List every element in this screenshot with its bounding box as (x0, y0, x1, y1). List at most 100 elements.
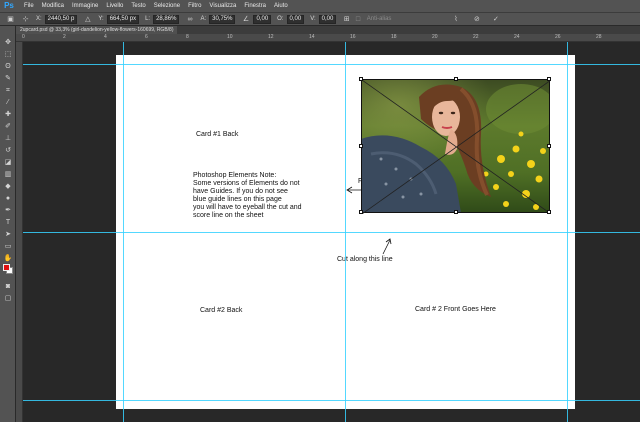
commit-transform-icon[interactable]: ✓ (491, 15, 500, 23)
transform-handle-top-right[interactable] (547, 77, 551, 81)
tools-panel: ✥ ⬚ ʘ ✎ ⌗ ⁄ ✚ ✐ ⊥ ↺ ◪ ▥ ◆ ● ✒ T ➤ ▭ ✋ ◙ … (0, 26, 16, 422)
path-select-tool-icon[interactable]: ➤ (3, 230, 13, 240)
ruler-mark: 14 (309, 34, 315, 40)
quick-mask-icon[interactable]: ◙ (3, 282, 13, 292)
transform-handle-bottom[interactable] (454, 210, 458, 214)
move-tool-icon[interactable]: ✥ (3, 38, 13, 48)
delta-icon[interactable]: △ (83, 15, 92, 23)
transform-bounding-box[interactable] (359, 77, 551, 214)
card1-back-label: Card #1 Back (196, 131, 239, 138)
guide-horizontal[interactable] (23, 400, 640, 401)
foreground-color-swatch[interactable] (3, 264, 10, 271)
height-label: A: (200, 16, 207, 22)
transform-tool-icon[interactable]: ▣ (6, 15, 15, 23)
angle-field[interactable]: 0,00 (253, 14, 272, 24)
x-label: X: (36, 16, 42, 22)
marquee-tool-icon[interactable]: ⬚ (3, 50, 13, 60)
lasso-tool-icon[interactable]: ʘ (3, 62, 13, 72)
transform-handle-right[interactable] (547, 144, 551, 148)
interpolation-icon[interactable]: ⊞ (342, 15, 351, 23)
canvas-area[interactable]: Card #1 Back Photoshop Elements Note: So… (23, 42, 640, 422)
brush-tool-icon[interactable]: ✐ (3, 122, 13, 132)
reference-point-icon[interactable]: ⊹ (21, 15, 30, 23)
card2-front-label: Card # 2 Front Goes Here (415, 306, 496, 313)
h-skew-label: O: (277, 16, 284, 22)
document-tab[interactable]: 2upcard.psd @ 33,3% (girl-dandelion-yell… (16, 26, 178, 34)
eraser-tool-icon[interactable]: ◪ (3, 158, 13, 168)
ruler-mark: 18 (391, 34, 397, 40)
h-skew-field[interactable]: 0,00 (286, 14, 305, 24)
width-field[interactable]: 28,86% (153, 14, 180, 24)
guide-vertical[interactable] (345, 42, 346, 422)
eyedropper-tool-icon[interactable]: ⁄ (3, 98, 13, 108)
transform-handle-bottom-right[interactable] (547, 210, 551, 214)
menu-finestra[interactable]: Finestra (244, 0, 266, 12)
clone-stamp-tool-icon[interactable]: ⊥ (3, 134, 13, 144)
menu-bar: Ps File Modifica Immagine Livello Testo … (0, 0, 640, 12)
quick-select-tool-icon[interactable]: ✎ (3, 74, 13, 84)
gradient-tool-icon[interactable]: ▥ (3, 170, 13, 180)
y-position-field[interactable]: 664,50 px (106, 14, 140, 24)
link-icon[interactable]: ∞ (185, 16, 194, 23)
transform-handle-top[interactable] (454, 77, 458, 81)
cancel-transform-icon[interactable]: ⊘ (472, 15, 481, 23)
antialias-label: Anti-alias (366, 16, 392, 22)
v-skew-field[interactable]: 0,00 (318, 14, 337, 24)
ruler-mark: 6 (145, 34, 148, 40)
document-tab-bar: 2upcard.psd @ 33,3% (girl-dandelion-yell… (16, 26, 640, 34)
note-line: blue guide lines on this page (193, 196, 282, 203)
guide-vertical[interactable] (567, 42, 568, 422)
history-brush-tool-icon[interactable]: ↺ (3, 146, 13, 156)
note-line: have Guides. If you do not see (193, 188, 288, 195)
menu-file[interactable]: File (24, 0, 34, 12)
pen-tool-icon[interactable]: ✒ (3, 206, 13, 216)
horizontal-ruler[interactable]: 0 2 4 6 8 10 12 14 16 18 20 22 24 26 28 (16, 34, 640, 42)
ruler-mark: 10 (227, 34, 233, 40)
ruler-mark: 2 (63, 34, 66, 40)
crop-tool-icon[interactable]: ⌗ (3, 86, 13, 96)
note-line: score line on the sheet (193, 212, 264, 219)
menu-selezione[interactable]: Selezione (154, 0, 180, 12)
ruler-mark: 24 (514, 34, 520, 40)
ruler-mark: 28 (596, 34, 602, 40)
menu-modifica[interactable]: Modifica (42, 0, 64, 12)
photoshop-logo: Ps (4, 1, 14, 10)
ruler-mark: 0 (22, 34, 25, 40)
y-label: Y: (98, 16, 104, 22)
transform-crosshair (362, 80, 551, 214)
ruler-mark: 20 (432, 34, 438, 40)
antialias-checkbox[interactable]: ☐ (355, 16, 360, 23)
menu-livello[interactable]: Livello (106, 0, 123, 12)
note-line: you will have to eyeball the cut and (193, 204, 302, 211)
angle-icon: ∠ (242, 16, 250, 23)
transform-handle-left[interactable] (359, 144, 363, 148)
transform-handle-bottom-left[interactable] (359, 210, 363, 214)
guide-horizontal[interactable] (23, 64, 640, 65)
x-position-field[interactable]: 2440,50 p (44, 14, 78, 24)
healing-brush-tool-icon[interactable]: ✚ (3, 110, 13, 120)
transform-handle-top-left[interactable] (359, 77, 363, 81)
screen-mode-icon[interactable]: ▢ (3, 294, 13, 304)
dodge-tool-icon[interactable]: ● (3, 194, 13, 204)
guide-vertical[interactable] (123, 42, 124, 422)
menu-testo[interactable]: Testo (131, 0, 145, 12)
menu-immagine[interactable]: Immagine (72, 0, 98, 12)
menu-aiuto[interactable]: Aiuto (274, 0, 288, 12)
type-tool-icon[interactable]: T (3, 218, 13, 228)
warp-icon[interactable]: ⌇ (451, 15, 460, 23)
menu-filtro[interactable]: Filtro (188, 0, 201, 12)
shape-tool-icon[interactable]: ▭ (3, 242, 13, 252)
hand-tool-icon[interactable]: ✋ (3, 254, 13, 264)
vertical-ruler[interactable] (16, 42, 23, 422)
ruler-mark: 26 (555, 34, 561, 40)
blur-tool-icon[interactable]: ◆ (3, 182, 13, 192)
note-line: Some versions of Elements do not (193, 180, 300, 187)
ruler-mark: 16 (350, 34, 356, 40)
menu-visualizza[interactable]: Visualizza (209, 0, 236, 12)
ruler-mark: 8 (186, 34, 189, 40)
ruler-mark: 4 (104, 34, 107, 40)
guide-horizontal[interactable] (23, 232, 640, 233)
note-line: Photoshop Elements Note: (193, 172, 277, 179)
height-field[interactable]: 30,75% (209, 14, 236, 24)
ruler-mark: 12 (268, 34, 274, 40)
